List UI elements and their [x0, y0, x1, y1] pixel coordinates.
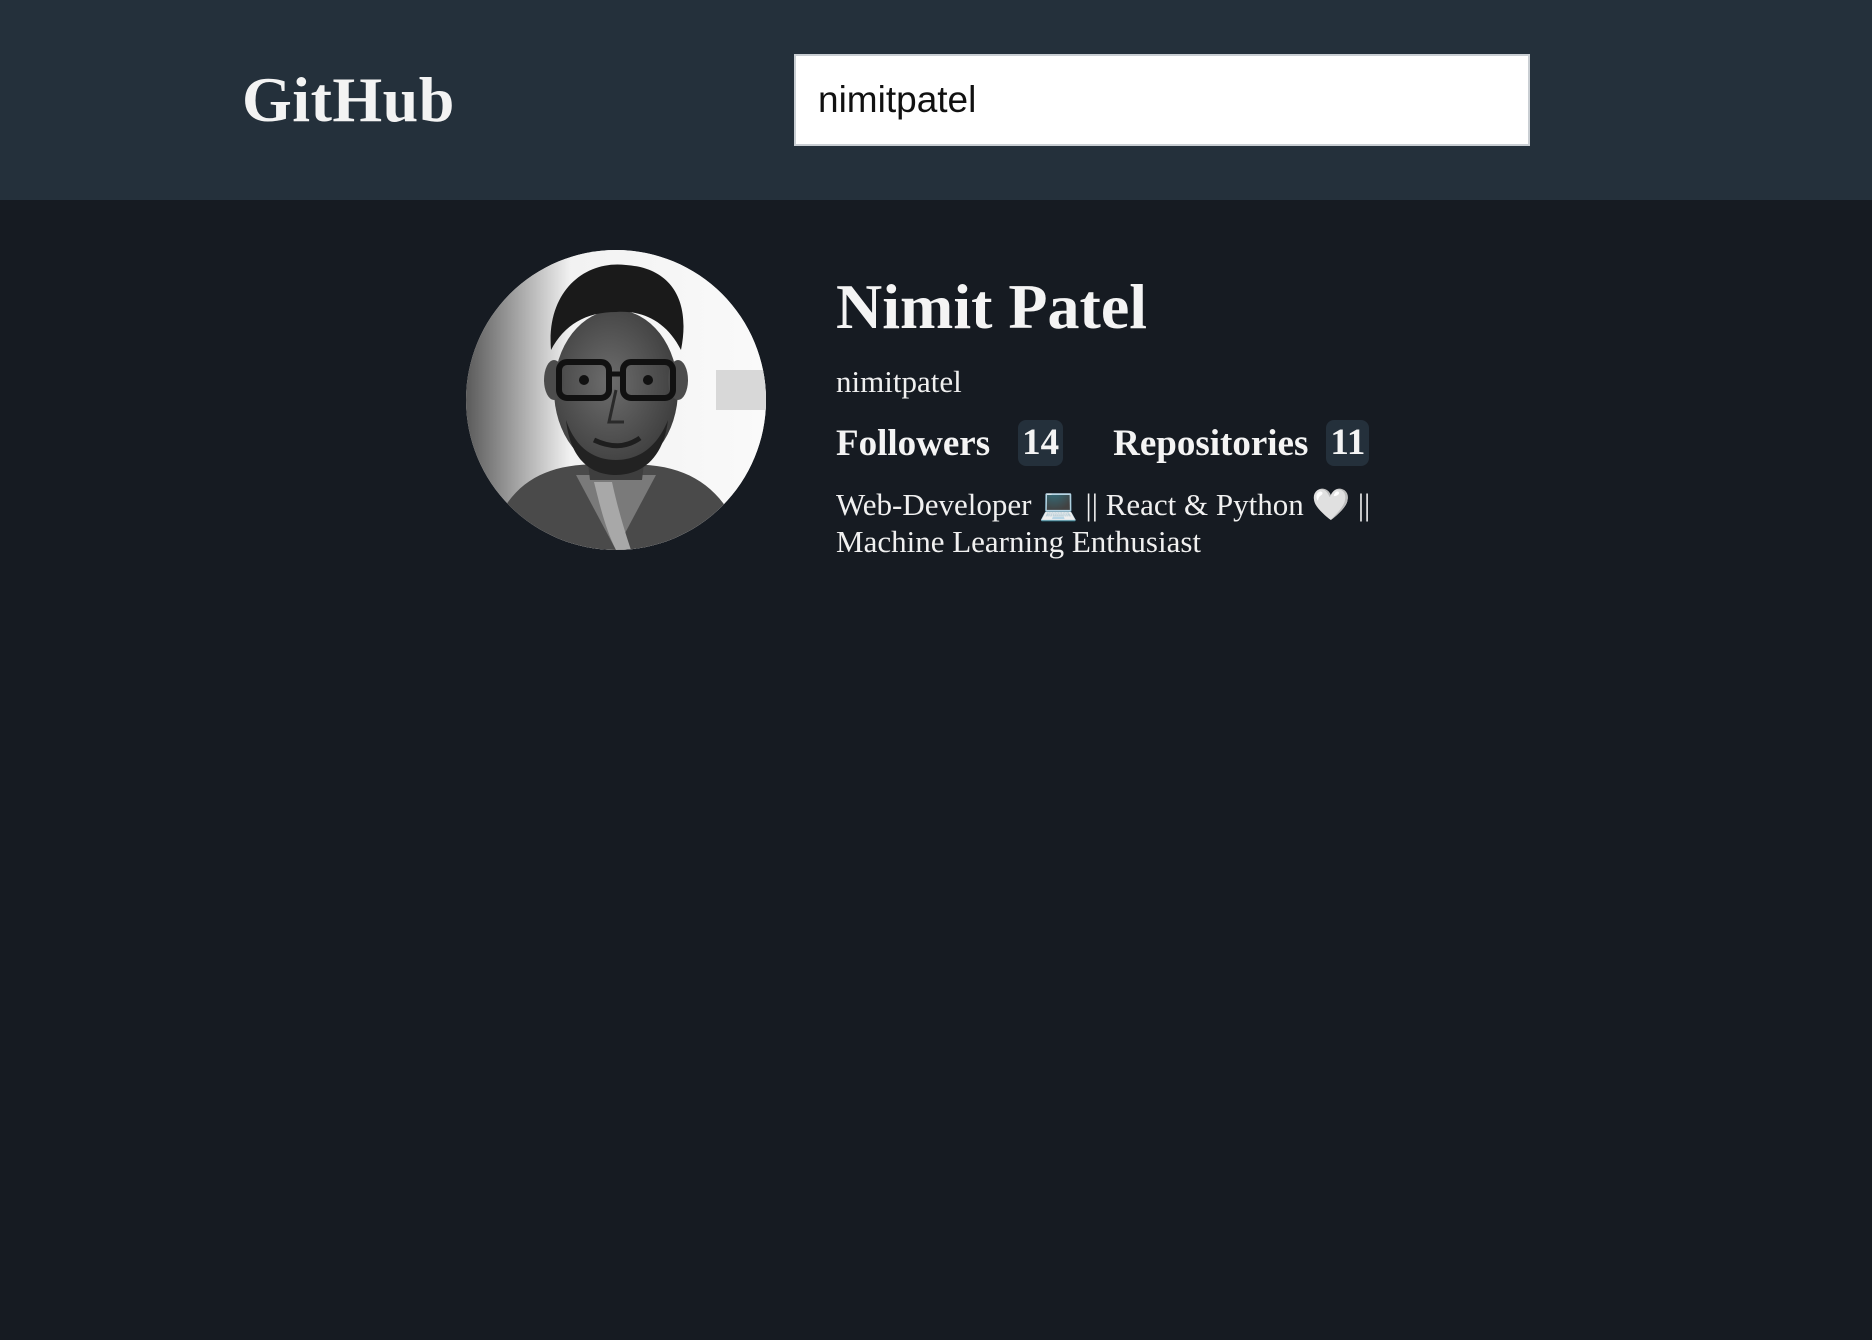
user-avatar-photo: [466, 250, 766, 550]
profile-bio: Web-Developer 💻 || React & Python 🤍 || M…: [836, 487, 1371, 559]
avatar: [466, 250, 766, 550]
profile-stats: Followers 14 Repositories 11: [836, 418, 1370, 468]
top-navigation-bar: GitHub: [0, 0, 1872, 200]
search-input[interactable]: [794, 54, 1530, 146]
repositories-count-badge: 11: [1326, 420, 1370, 466]
brand-logo[interactable]: GitHub: [242, 58, 455, 142]
profile-name: Nimit Patel: [836, 271, 1147, 342]
followers-count-badge: 14: [1018, 420, 1064, 466]
repositories-label: Repositories: [1113, 422, 1309, 464]
profile-username: nimitpatel: [836, 364, 962, 399]
followers-label: Followers: [836, 422, 991, 464]
